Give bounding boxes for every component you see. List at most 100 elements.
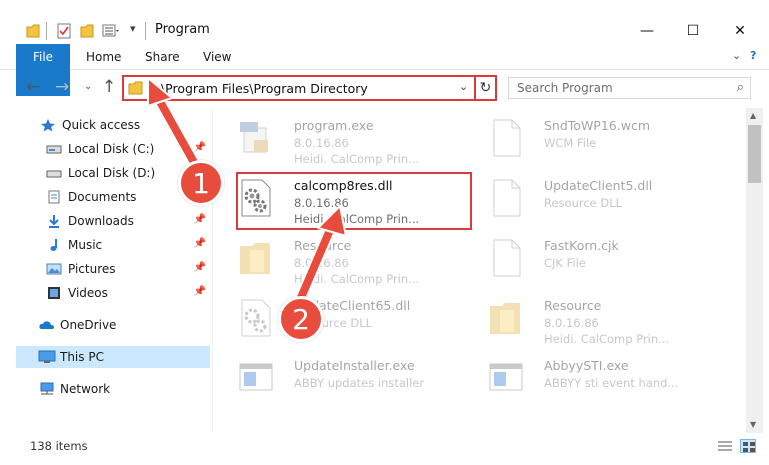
forward-arrow-icon[interactable]: → xyxy=(55,77,69,97)
minimize-button[interactable]: — xyxy=(624,18,670,44)
file-name: Resource xyxy=(294,238,352,253)
new-folder-icon[interactable] xyxy=(80,22,94,40)
sidebar-item-label: Pictures xyxy=(68,262,116,276)
address-dropdown-icon[interactable]: ⌄ xyxy=(459,80,468,93)
sidebar-item-label: Local Disk (C:) xyxy=(68,142,155,156)
videos-icon xyxy=(46,286,62,300)
file-item[interactable]: AbbyySTI.exe ABBYY sti event hand... xyxy=(464,352,704,404)
file-version: 8.0.16.86 xyxy=(294,136,349,150)
music-icon xyxy=(46,238,62,252)
sidebar-item-label: Downloads xyxy=(68,214,134,228)
pin-icon[interactable]: 📌 xyxy=(194,214,206,225)
file-item[interactable]: SndToWP16.wcm WCM File xyxy=(464,112,704,164)
sidebar-item-label: Network xyxy=(60,382,111,396)
drive-icon xyxy=(46,166,62,180)
file-item[interactable]: UpdateClient65.dll Resource DLL xyxy=(214,292,454,344)
expand-ribbon-icon[interactable]: ⌄ xyxy=(732,49,741,62)
drive-icon xyxy=(46,142,62,156)
file-item[interactable]: UpdateClient5.dll Resource DLL xyxy=(464,172,704,224)
refresh-icon[interactable]: ↻ xyxy=(474,77,495,99)
properties-icon[interactable] xyxy=(56,22,72,40)
customize-toolbar-icon[interactable] xyxy=(102,22,122,40)
pane-divider xyxy=(212,108,213,433)
search-placeholder: Search Program xyxy=(517,81,613,95)
file-type: Resource DLL xyxy=(544,196,623,210)
file-list: program.exe 8.0.16.86 Heidi. CalComp Pri… xyxy=(214,108,746,433)
file-description: Heidi. CalComp Prin... xyxy=(544,332,670,346)
navigation-pane: Quick access Local Disk (C:) 📌 Local Dis… xyxy=(0,108,212,433)
scroll-thumb[interactable] xyxy=(748,125,761,183)
help-icon[interactable]: ? xyxy=(750,49,756,62)
file-type: WCM File xyxy=(544,136,597,150)
file-version: 8.0.16.86 xyxy=(544,316,599,330)
back-arrow-icon[interactable]: ← xyxy=(26,77,40,97)
details-view-icon[interactable] xyxy=(717,439,733,453)
sidebar-item-music[interactable]: Music 📌 xyxy=(46,234,210,256)
sidebar-item-label: Music xyxy=(68,238,103,252)
file-name: FastKorn.cjk xyxy=(544,238,619,253)
scroll-down-icon[interactable]: ▼ xyxy=(750,420,756,429)
sidebar-item-videos[interactable]: Videos 📌 xyxy=(46,282,210,304)
exe-icon xyxy=(240,122,268,153)
file-name: UpdateClient5.dll xyxy=(544,178,653,193)
file-item[interactable]: Resource 8.0.16.86 Heidi. CalComp Prin..… xyxy=(214,232,454,286)
explorer-window: ▾ Program — ☐ ✕ File Home Share View ⌄ ?… xyxy=(0,0,769,465)
sidebar-item-this-pc[interactable]: This PC xyxy=(16,346,210,368)
file-name: program.exe xyxy=(294,118,374,133)
file-description: Heidi. CalComp Prin... xyxy=(294,272,420,286)
folder-icon xyxy=(128,81,143,95)
search-input[interactable]: Search Program ⌕ xyxy=(508,77,751,99)
file-item[interactable]: program.exe 8.0.16.86 Heidi. CalComp Pri… xyxy=(214,112,454,166)
file-item[interactable]: FastKorn.cjk CJK File xyxy=(464,232,704,284)
tab-view[interactable]: View xyxy=(203,44,231,70)
computer-icon xyxy=(38,350,56,364)
navigation-bar: ← → ⌄ ↑ C:\Program Files\Program Directo… xyxy=(0,72,769,104)
qat-dropdown-icon[interactable]: ▾ xyxy=(130,22,136,40)
search-icon: ⌕ xyxy=(736,80,744,95)
sidebar-item-local-disk-c[interactable]: Local Disk (C:) 📌 xyxy=(46,138,210,160)
sidebar-item-onedrive[interactable]: OneDrive xyxy=(38,314,210,336)
cloud-icon xyxy=(38,318,54,332)
pin-icon[interactable]: 📌 xyxy=(194,142,206,153)
file-item[interactable]: UpdateInstaller.exe ABBY updates install… xyxy=(214,352,454,404)
ribbon-tabs: File Home Share View ⌄ ? xyxy=(0,44,769,96)
download-icon xyxy=(46,214,62,228)
sidebar-item-quick-access[interactable]: Quick access xyxy=(40,114,210,136)
separator xyxy=(145,22,146,40)
file-type: ABBY updates installer xyxy=(294,376,425,390)
file-item[interactable]: Resource 8.0.16.86 Heidi. CalComp Prin..… xyxy=(464,292,704,346)
maximize-button[interactable]: ☐ xyxy=(670,18,716,44)
highlight-box xyxy=(236,172,472,230)
tab-home[interactable]: Home xyxy=(86,44,121,70)
sidebar-item-label: Videos xyxy=(68,286,108,300)
step-2-badge: 2 xyxy=(278,296,324,342)
status-bar: 138 items xyxy=(0,435,769,465)
close-button[interactable]: ✕ xyxy=(717,18,763,44)
sidebar-item-downloads[interactable]: Downloads 📌 xyxy=(46,210,210,232)
file-name: AbbyySTI.exe xyxy=(544,358,629,373)
large-icons-view-icon[interactable] xyxy=(740,439,756,453)
up-arrow-icon[interactable]: ↑ xyxy=(102,77,116,97)
sidebar-item-label: OneDrive xyxy=(60,318,117,332)
item-count: 138 items xyxy=(30,439,88,453)
sidebar-item-pictures[interactable]: Pictures 📌 xyxy=(46,258,210,280)
scroll-up-icon[interactable]: ▲ xyxy=(750,111,756,120)
folder-icon[interactable] xyxy=(26,22,40,40)
file-description: Heidi. CalComp Prin... xyxy=(294,152,420,166)
file-type: ABBYY sti event hand... xyxy=(544,376,679,390)
file-version: 8.0.16.86 xyxy=(294,256,349,270)
sidebar-item-label: Quick access xyxy=(62,118,141,132)
vertical-scrollbar[interactable]: ▲ ▼ xyxy=(746,108,763,433)
address-path[interactable]: C:\Program Files\Program Directory xyxy=(148,81,368,96)
pin-icon[interactable]: 📌 xyxy=(194,238,206,249)
recent-locations-icon[interactable]: ⌄ xyxy=(84,81,92,92)
tab-share[interactable]: Share xyxy=(145,44,180,70)
address-bar[interactable]: C:\Program Files\Program Directory ⌄ ↻ xyxy=(122,75,497,101)
sidebar-item-label: This PC xyxy=(60,350,104,364)
installer-icon xyxy=(239,363,273,391)
window-title: Program xyxy=(155,22,210,37)
pin-icon[interactable]: 📌 xyxy=(194,286,206,297)
pin-icon[interactable]: 📌 xyxy=(194,262,206,273)
sidebar-item-network[interactable]: Network xyxy=(38,378,210,400)
file-name: Resource xyxy=(544,298,602,313)
